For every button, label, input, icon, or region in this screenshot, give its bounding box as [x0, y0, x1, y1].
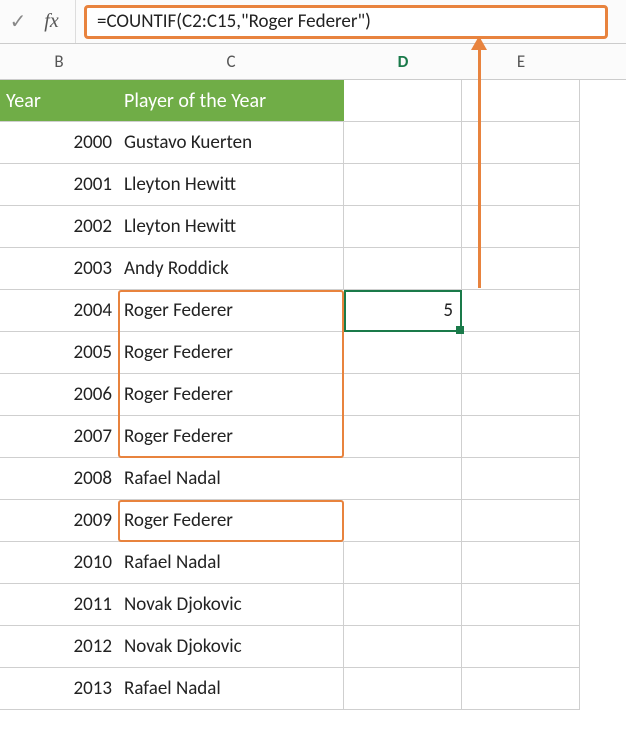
table-row: 2005 Roger Federer: [0, 332, 626, 374]
cell-year[interactable]: 2013: [0, 668, 118, 710]
table-row: 2007 Roger Federer: [0, 416, 626, 458]
table-row: 2008 Rafael Nadal: [0, 458, 626, 500]
cell-year[interactable]: 2007: [0, 416, 118, 458]
cell-empty[interactable]: [344, 248, 462, 290]
cell-empty[interactable]: [462, 668, 580, 710]
cell-empty[interactable]: [344, 416, 462, 458]
cell-year[interactable]: 2003: [0, 248, 118, 290]
cell-empty[interactable]: [344, 542, 462, 584]
cell-player[interactable]: Andy Roddick: [118, 248, 344, 290]
cell-player[interactable]: Roger Federer: [118, 290, 344, 332]
column-header-E[interactable]: E: [462, 44, 580, 79]
cell-player[interactable]: Roger Federer: [118, 332, 344, 374]
cell-empty[interactable]: [344, 584, 462, 626]
spreadsheet-grid[interactable]: Year Player of the Year 2000 Gustavo Kue…: [0, 80, 626, 710]
cell-empty[interactable]: [344, 458, 462, 500]
cell-empty[interactable]: [344, 164, 462, 206]
cell-player[interactable]: Gustavo Kuerten: [118, 122, 344, 164]
cell-E1[interactable]: [462, 80, 580, 122]
cell-year[interactable]: 2002: [0, 206, 118, 248]
table-row: 2013 Rafael Nadal: [0, 668, 626, 710]
cell-result[interactable]: 5: [344, 290, 462, 332]
cell-empty[interactable]: [344, 500, 462, 542]
cell-year[interactable]: 2010: [0, 542, 118, 584]
cell-year[interactable]: 2004: [0, 290, 118, 332]
cell-empty[interactable]: [462, 164, 580, 206]
cell-empty[interactable]: [344, 668, 462, 710]
header-year[interactable]: Year: [0, 80, 118, 122]
table-row: 2001 Lleyton Hewitt: [0, 164, 626, 206]
table-row: 2003 Andy Roddick: [0, 248, 626, 290]
cell-empty[interactable]: [462, 542, 580, 584]
cell-empty[interactable]: [462, 122, 580, 164]
table-row: 2004 Roger Federer 5: [0, 290, 626, 332]
cell-empty[interactable]: [462, 458, 580, 500]
cell-year[interactable]: 2009: [0, 500, 118, 542]
table-row: 2006 Roger Federer: [0, 374, 626, 416]
cell-player[interactable]: Lleyton Hewitt: [118, 164, 344, 206]
table-header-row: Year Player of the Year: [0, 80, 626, 122]
cell-player[interactable]: Roger Federer: [118, 416, 344, 458]
cell-empty[interactable]: [344, 374, 462, 416]
cell-year[interactable]: 2005: [0, 332, 118, 374]
cell-player[interactable]: Rafael Nadal: [118, 542, 344, 584]
cell-empty[interactable]: [344, 332, 462, 374]
cell-year[interactable]: 2008: [0, 458, 118, 500]
formula-bar: ✓ fx =COUNTIF(C2:C15,"Roger Federer"): [0, 0, 626, 44]
cell-empty[interactable]: [462, 290, 580, 332]
header-player[interactable]: Player of the Year: [118, 80, 344, 122]
formula-input[interactable]: =COUNTIF(C2:C15,"Roger Federer"): [84, 5, 608, 39]
cell-empty[interactable]: [462, 206, 580, 248]
cell-empty[interactable]: [462, 248, 580, 290]
cell-player[interactable]: Lleyton Hewitt: [118, 206, 344, 248]
cell-year[interactable]: 2000: [0, 122, 118, 164]
cell-empty[interactable]: [344, 122, 462, 164]
table-row: 2012 Novak Djokovic: [0, 626, 626, 668]
column-headers: B C D E: [0, 44, 626, 80]
table-row: 2002 Lleyton Hewitt: [0, 206, 626, 248]
cell-year[interactable]: 2011: [0, 584, 118, 626]
cell-empty[interactable]: [344, 626, 462, 668]
cell-player[interactable]: Roger Federer: [118, 500, 344, 542]
cell-year[interactable]: 2001: [0, 164, 118, 206]
cell-D1[interactable]: [344, 80, 462, 122]
table-row: 2000 Gustavo Kuerten: [0, 122, 626, 164]
column-header-D[interactable]: D: [344, 44, 462, 79]
cell-player[interactable]: Novak Djokovic: [118, 584, 344, 626]
cell-empty[interactable]: [462, 374, 580, 416]
cell-empty[interactable]: [462, 500, 580, 542]
table-row: 2010 Rafael Nadal: [0, 542, 626, 584]
column-header-C[interactable]: C: [118, 44, 344, 79]
column-header-B[interactable]: B: [0, 44, 118, 79]
table-row: 2011 Novak Djokovic: [0, 584, 626, 626]
cell-player[interactable]: Rafael Nadal: [118, 668, 344, 710]
cell-empty[interactable]: [462, 416, 580, 458]
table-row: 2009 Roger Federer: [0, 500, 626, 542]
cell-player[interactable]: Rafael Nadal: [118, 458, 344, 500]
cell-empty[interactable]: [462, 332, 580, 374]
cell-empty[interactable]: [462, 626, 580, 668]
cell-year[interactable]: 2006: [0, 374, 118, 416]
fx-icon[interactable]: fx: [28, 0, 76, 43]
formula-enter-icon[interactable]: ✓: [0, 9, 28, 34]
cell-empty[interactable]: [462, 584, 580, 626]
cell-empty[interactable]: [344, 206, 462, 248]
cell-year[interactable]: 2012: [0, 626, 118, 668]
cell-player[interactable]: Roger Federer: [118, 374, 344, 416]
cell-player[interactable]: Novak Djokovic: [118, 626, 344, 668]
